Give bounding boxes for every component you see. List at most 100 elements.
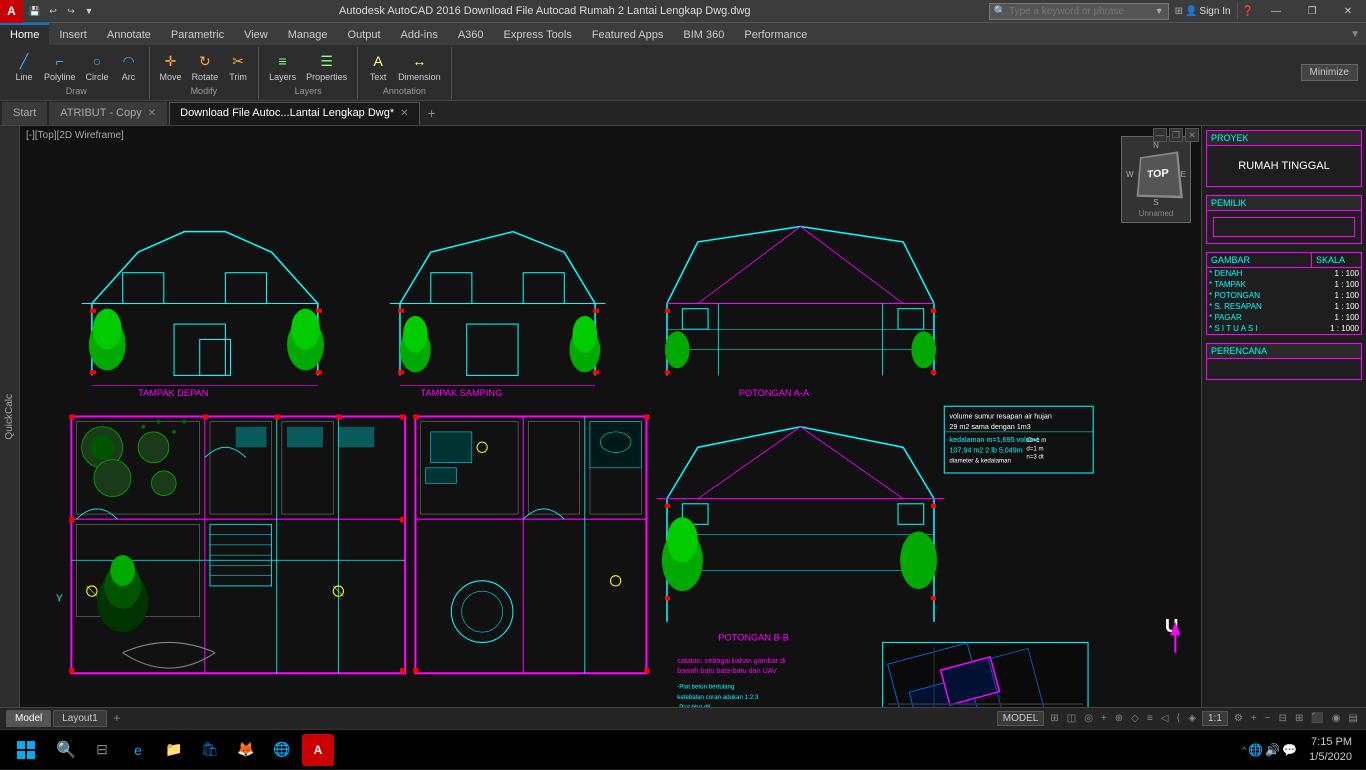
doc-tab-active[interactable]: Download File Autoc...Lantai Lengkap Dwg… [169, 102, 419, 125]
settings-icon[interactable]: ⚙ [1232, 713, 1245, 724]
rotate-button[interactable]: ↻ Rotate [188, 49, 223, 84]
tab-annotate[interactable]: Annotate [97, 23, 161, 45]
firefox-button[interactable]: 🦊 [230, 734, 262, 766]
doc-tab-start[interactable]: Start [2, 102, 47, 125]
status-bar: Model Layout1 + MODEL ⊞ ◫ ◎ + ⊕ ◇ ≡ ◁ ⟨ … [0, 707, 1366, 729]
arc-button[interactable]: ◠ Arc [115, 49, 143, 84]
snap-toggle[interactable]: ◫ [1065, 713, 1078, 724]
text-button[interactable]: A Text [364, 49, 392, 84]
search-dropdown-icon[interactable]: ▼ [1155, 6, 1164, 16]
model-space-button[interactable]: MODEL [997, 711, 1045, 726]
volume-icon[interactable]: 🔊 [1265, 743, 1280, 757]
dyn-toggle[interactable]: ◇ [1129, 713, 1141, 724]
sc-toggle[interactable]: ◈ [1186, 713, 1198, 724]
line-button[interactable]: ╱ Line [10, 49, 38, 84]
redo-button[interactable]: ↪ [63, 3, 79, 19]
svg-text:TAMPAK SAMPING: TAMPAK SAMPING [421, 388, 503, 398]
otrack-toggle[interactable]: + [1099, 713, 1109, 724]
close-window-button[interactable]: ✕ [1330, 0, 1366, 23]
layout1-tab[interactable]: Layout1 [53, 710, 107, 727]
add-tab-button[interactable]: + [422, 103, 442, 123]
nav-cube[interactable]: N W TOP E S Unnamed [1121, 136, 1191, 223]
taskbar-clock[interactable]: 7:15 PM 1/5/2020 [1301, 735, 1360, 764]
model-tab[interactable]: Model [6, 710, 51, 727]
file-explorer-button[interactable]: 📁 [158, 734, 190, 766]
qa-btn-4[interactable]: ▼ [81, 3, 97, 19]
tab-parametric[interactable]: Parametric [161, 23, 234, 45]
help-icon[interactable]: ❓ [1242, 6, 1254, 17]
title-bar: A 💾 ↩ ↪ ▼ Autodesk AutoCAD 2016 Download… [0, 0, 1366, 23]
tab-bim360[interactable]: BIM 360 [673, 23, 734, 45]
polyline-button[interactable]: ⌐ Polyline [40, 49, 80, 84]
svg-text:29 m2 sama dengan 1m3: 29 m2 sama dengan 1m3 [949, 423, 1030, 431]
edge-button[interactable]: e [122, 734, 154, 766]
tp-toggle[interactable]: ◁ [1159, 713, 1171, 724]
minimize-window-button[interactable]: — [1258, 0, 1294, 23]
tab-home[interactable]: Home [0, 23, 49, 45]
viewport-icon[interactable]: ⊞ [1293, 713, 1305, 724]
canvas-area[interactable]: [-][Top][2D Wireframe] — ❐ ✕ [20, 126, 1201, 707]
quickcalc-label[interactable]: QuickCalc [2, 390, 17, 444]
nav-cube-face[interactable]: TOP [1136, 151, 1182, 198]
minus-icon[interactable]: − [1263, 713, 1273, 724]
tab-addins[interactable]: Add-ins [391, 23, 448, 45]
maximize-window-button[interactable]: ❐ [1294, 0, 1330, 23]
search-box[interactable]: 🔍 ▼ [989, 3, 1169, 20]
hardware-icon[interactable]: ⬛ [1309, 713, 1325, 724]
store-button[interactable]: 🛍 [194, 734, 226, 766]
move-button[interactable]: ✛ Move [156, 49, 186, 84]
search-input[interactable] [1009, 6, 1155, 17]
tool-palettes-icon[interactable]: ▤ [1347, 713, 1360, 724]
ribbon-expand-icon[interactable]: ▼ [1350, 29, 1360, 40]
inner-close-button[interactable]: ✕ [1185, 128, 1199, 142]
proyek-content: RUMAH TINGGAL [1207, 146, 1361, 186]
osnap-toggle[interactable]: ⊕ [1113, 713, 1125, 724]
tray-expand-icon[interactable]: ^ [1242, 745, 1246, 755]
trim-button[interactable]: ✂ Trim [224, 49, 252, 84]
undo-button[interactable]: ↩ [45, 3, 61, 19]
tab-view[interactable]: View [234, 23, 278, 45]
layers-button[interactable]: ≡ Layers [265, 49, 300, 84]
task-view-button[interactable]: ⊟ [86, 734, 118, 766]
scale-button[interactable]: 1:1 [1202, 711, 1228, 726]
gambar-row: * PAGAR1 : 100 [1207, 312, 1361, 323]
tab-output[interactable]: Output [338, 23, 391, 45]
dimension-button[interactable]: ↔ Dimension [394, 49, 445, 84]
taskbar-search-button[interactable]: 🔍 [50, 734, 82, 766]
tab-featured-apps[interactable]: Featured Apps [582, 23, 674, 45]
minimize-ribbon-button[interactable]: Minimize [1301, 64, 1358, 81]
tab-performance[interactable]: Performance [734, 23, 817, 45]
inner-restore-button[interactable]: ❐ [1169, 128, 1183, 142]
lweight-toggle[interactable]: ≡ [1145, 713, 1155, 724]
sign-in-label[interactable]: Sign In [1199, 6, 1230, 17]
inner-minimize-button[interactable]: — [1153, 128, 1167, 142]
polar-toggle[interactable]: ◎ [1082, 713, 1095, 724]
plus-icon[interactable]: + [1249, 713, 1259, 724]
close-atribut-tab-icon[interactable]: ✕ [148, 108, 156, 119]
close-active-tab-icon[interactable]: ✕ [400, 108, 408, 119]
proyek-header: PROYEK [1207, 131, 1361, 146]
tab-a360[interactable]: A360 [448, 23, 494, 45]
skala-header: SKALA [1311, 253, 1361, 267]
chrome-button[interactable]: 🌐 [266, 734, 298, 766]
network-icon[interactable]: 🌐 [1248, 743, 1263, 757]
tab-insert[interactable]: Insert [49, 23, 97, 45]
save-button[interactable]: 💾 [27, 3, 43, 19]
start-button[interactable] [6, 730, 46, 770]
circle-button[interactable]: ○ Circle [82, 49, 113, 84]
layout-icon[interactable]: ⊟ [1277, 713, 1289, 724]
arc-icon: ◠ [119, 51, 139, 71]
autocad-taskbar-button[interactable]: A [302, 734, 334, 766]
isolate-icon[interactable]: ◉ [1330, 713, 1343, 724]
move-icon: ✛ [161, 51, 181, 71]
perencana-header: PERENCANA [1207, 344, 1361, 359]
add-layout-button[interactable]: + [109, 710, 125, 726]
doc-tab-atribut[interactable]: ATRIBUT - Copy ✕ [49, 102, 167, 125]
tab-manage[interactable]: Manage [278, 23, 338, 45]
tab-express-tools[interactable]: Express Tools [494, 23, 582, 45]
layer-props-button[interactable]: ☰ Properties [302, 49, 351, 84]
svg-text:-Plat beton bertulang: -Plat beton bertulang [677, 684, 735, 691]
grid-toggle[interactable]: ⊞ [1048, 713, 1060, 724]
qp-toggle[interactable]: ⟨ [1174, 713, 1182, 724]
notification-icon[interactable]: 💬 [1282, 743, 1297, 757]
